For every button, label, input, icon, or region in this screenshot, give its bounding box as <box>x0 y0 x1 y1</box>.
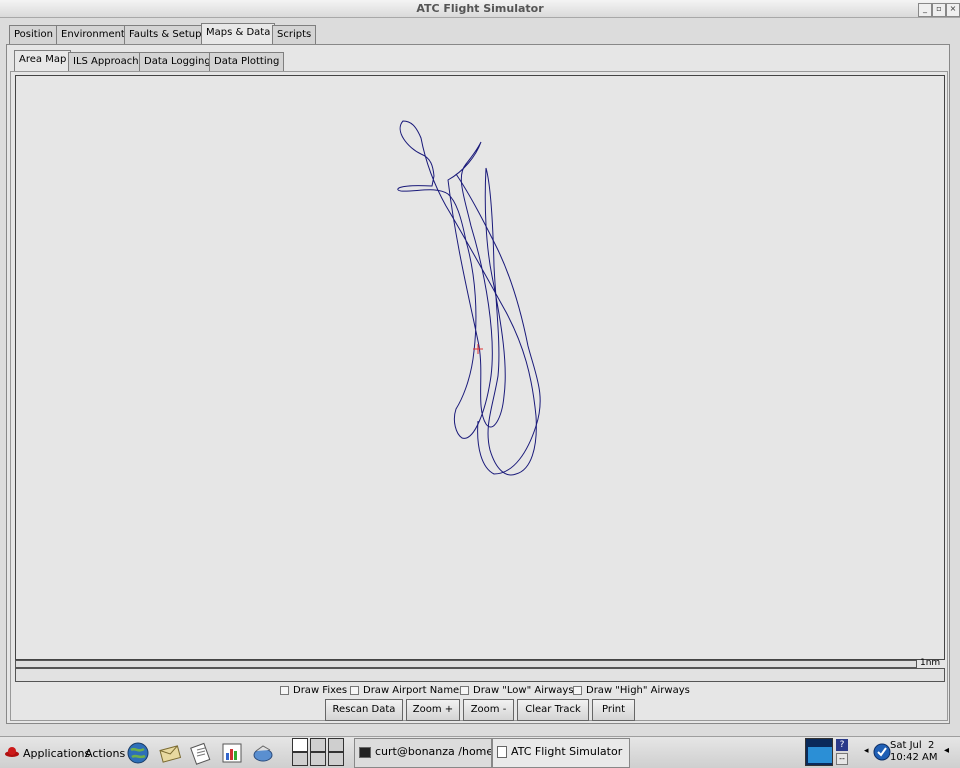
tray-arrow-icon[interactable]: ◂ <box>864 746 869 756</box>
chart-icon[interactable] <box>220 741 244 765</box>
area-map-canvas[interactable] <box>15 75 945 660</box>
window-icon <box>497 746 507 758</box>
scale-bar <box>15 660 917 668</box>
tab-environment[interactable]: Environment <box>56 25 130 44</box>
window-titlebar[interactable]: ATC Flight Simulator _ ▫ × <box>0 0 960 18</box>
clear-track-button[interactable]: Clear Track <box>517 699 589 721</box>
tab-maps-data[interactable]: Maps & Data <box>201 23 276 44</box>
scale-label: 1nm <box>920 658 941 668</box>
update-check-icon[interactable] <box>873 743 891 761</box>
checkbox-label: Draw Fixes <box>293 685 348 696</box>
zoom-out-button[interactable]: Zoom - <box>463 699 514 721</box>
checkbox-label: Draw "Low" Airways <box>473 685 574 696</box>
mail-icon[interactable] <box>158 741 182 765</box>
taskbar-terminal-label: curt@bonanza /home/curt/ <box>375 745 492 758</box>
draw-high-airways-checkbox[interactable]: Draw "High" Airways <box>573 685 690 697</box>
taskbar-terminal[interactable]: curt@bonanza /home/curt/ <box>354 738 492 768</box>
checkbox-icon <box>280 685 289 695</box>
subtab-data-logging[interactable]: Data Logging <box>139 52 216 71</box>
maximize-button[interactable]: ▫ <box>932 3 946 17</box>
subtab-data-plotting[interactable]: Data Plotting <box>209 52 285 71</box>
tray-arrow-right-icon[interactable]: ◂ <box>944 745 949 756</box>
checkbox-icon <box>460 685 469 695</box>
workspace-4[interactable] <box>292 752 308 766</box>
print-button[interactable]: Print <box>592 699 635 721</box>
checkbox-icon <box>350 685 359 695</box>
flight-track <box>397 120 537 476</box>
draw-airport-names-checkbox[interactable]: Draw Airport Names <box>350 685 464 697</box>
clock-time: 10:42 AM <box>890 752 938 763</box>
workspace-switcher[interactable] <box>292 738 344 766</box>
taskbar-atc-simulator[interactable]: ATC Flight Simulator <box>492 738 630 768</box>
redhat-icon <box>5 747 19 757</box>
clock[interactable]: Sat Jul 2 10:42 AM <box>890 740 937 764</box>
tab-faults-setup[interactable]: Faults & Setup <box>124 25 207 44</box>
workspace-5[interactable] <box>310 752 326 766</box>
zoom-in-button[interactable]: Zoom + <box>406 699 460 721</box>
help-icon[interactable]: ? <box>836 739 848 751</box>
checkbox-label: Draw Airport Names <box>363 685 465 696</box>
workspace-1[interactable] <box>292 738 308 752</box>
workspace-3[interactable] <box>328 738 344 752</box>
window-title: ATC Flight Simulator <box>416 2 544 15</box>
tab-position[interactable]: Position <box>9 25 58 44</box>
clock-date: Sat Jul 2 <box>890 740 935 751</box>
close-button[interactable]: × <box>946 3 960 17</box>
minimize-button[interactable]: _ <box>918 3 932 17</box>
cpu-monitor-icon[interactable] <box>805 738 833 766</box>
presentation-icon[interactable] <box>251 741 275 765</box>
tab-scripts[interactable]: Scripts <box>272 25 317 44</box>
checkbox-icon <box>573 685 582 695</box>
writer-icon[interactable] <box>189 741 213 765</box>
draw-fixes-checkbox[interactable]: Draw Fixes <box>280 685 347 697</box>
subtab-ils-approach[interactable]: ILS Approach <box>68 52 144 71</box>
applications-menu[interactable]: Applications <box>23 747 90 760</box>
checkbox-label: Draw "High" Airways <box>586 685 690 696</box>
taskbar-atc-label: ATC Flight Simulator <box>511 745 623 758</box>
horizontal-scrollbar[interactable] <box>15 668 945 682</box>
subtab-area-map[interactable]: Area Map <box>14 50 72 71</box>
mixer-icon[interactable]: -- <box>836 753 848 765</box>
globe-icon[interactable] <box>126 741 150 765</box>
draw-low-airways-checkbox[interactable]: Draw "Low" Airways <box>460 685 574 697</box>
actions-menu[interactable]: Actions <box>85 747 125 760</box>
workspace-6[interactable] <box>328 752 344 766</box>
workspace-2[interactable] <box>310 738 326 752</box>
rescan-data-button[interactable]: Rescan Data <box>325 699 403 721</box>
terminal-icon <box>359 746 371 758</box>
